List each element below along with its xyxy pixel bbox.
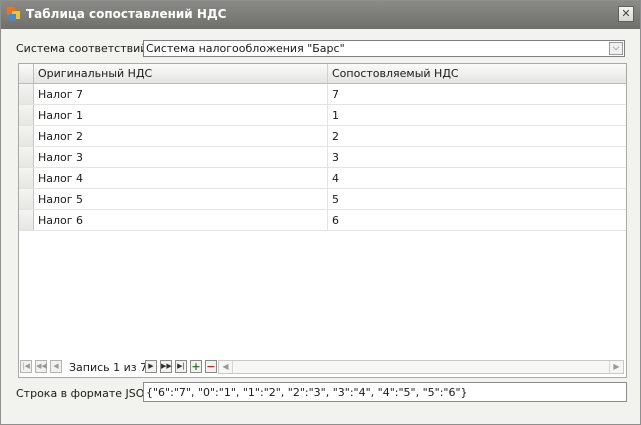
column-header-original[interactable]: Оригинальный НДС — [34, 64, 328, 83]
cell-mapped[interactable]: 4 — [332, 172, 339, 185]
cell-mapped[interactable]: 2 — [332, 130, 339, 143]
column-divider — [327, 189, 328, 209]
column-divider — [327, 126, 328, 146]
cell-mapped[interactable]: 1 — [332, 109, 339, 122]
prev-page-button[interactable]: ◀◀ — [35, 360, 47, 373]
title-bar[interactable]: Таблица сопоставлений НДС ✕ — [1, 1, 640, 29]
scroll-right-icon[interactable]: ▶ — [609, 361, 623, 373]
system-select[interactable]: Система налогообложения "Барс" ⌵ — [143, 40, 625, 57]
column-divider — [327, 84, 328, 104]
row-indicator[interactable] — [19, 210, 34, 230]
column-divider — [327, 147, 328, 167]
json-field[interactable] — [143, 382, 627, 402]
dropdown-button[interactable]: ⌵ — [609, 42, 623, 55]
table-row[interactable]: Налог 2 2 — [19, 126, 626, 147]
cell-original[interactable]: Налог 2 — [38, 130, 83, 143]
record-navigator: |◀ ◀◀ ◀ Запись 1 из 7 ▶ ▶▶ ▶| + − ◀ ▶ — [20, 360, 625, 376]
column-divider — [327, 105, 328, 125]
app-icon — [7, 7, 20, 21]
close-icon: ✕ — [621, 7, 631, 20]
next-page-button[interactable]: ▶▶ — [160, 360, 172, 373]
prev-record-button[interactable]: ◀ — [50, 360, 62, 373]
row-indicator[interactable] — [19, 147, 34, 167]
scroll-left-icon[interactable]: ◀ — [219, 361, 233, 373]
grid-rows: Налог 7 7 Налог 1 1 Налог 2 2 Налог 3 3 — [19, 84, 626, 231]
cell-mapped[interactable]: 3 — [332, 151, 339, 164]
first-record-button[interactable]: |◀ — [20, 360, 32, 373]
column-header-label: Оригинальный НДС — [38, 67, 153, 80]
cell-original[interactable]: Налог 1 — [38, 109, 83, 122]
fast-forward-icon: ▶▶ — [161, 362, 172, 370]
system-label: Система соответствий — [16, 42, 148, 55]
row-indicator[interactable] — [19, 84, 34, 104]
next-record-button[interactable]: ▶ — [145, 360, 157, 373]
delete-record-button[interactable]: − — [205, 360, 217, 373]
cell-original[interactable]: Налог 6 — [38, 214, 83, 227]
table-row[interactable]: Налог 6 6 — [19, 210, 626, 231]
column-divider — [327, 210, 328, 230]
plus-icon: + — [191, 360, 201, 373]
horizontal-scrollbar[interactable]: ◀ ▶ — [218, 360, 624, 374]
grid-header: Оригинальный НДС Сопостовляемый НДС — [19, 64, 626, 84]
column-header-mapped[interactable]: Сопостовляемый НДС — [328, 64, 626, 83]
record-counter: Запись 1 из 7 — [69, 361, 148, 374]
last-record-button[interactable]: ▶| — [175, 360, 187, 373]
cell-original[interactable]: Налог 4 — [38, 172, 83, 185]
grid-corner — [19, 64, 34, 83]
table-row[interactable]: Налог 5 5 — [19, 189, 626, 210]
system-select-value: Система налогообложения "Барс" — [146, 42, 345, 55]
table-row[interactable]: Налог 4 4 — [19, 168, 626, 189]
table-row[interactable]: Налог 7 7 — [19, 84, 626, 105]
row-indicator[interactable] — [19, 168, 34, 188]
row-indicator[interactable] — [19, 189, 34, 209]
chevron-down-icon: ⌵ — [612, 43, 620, 53]
json-label: Строка в формате JSON — [16, 387, 153, 400]
dialog-window: Таблица сопоставлений НДС ✕ Система соот… — [0, 0, 641, 425]
prev-icon: ◀ — [53, 362, 59, 370]
column-header-label: Сопостовляемый НДС — [332, 67, 459, 80]
table-row[interactable]: Налог 3 3 — [19, 147, 626, 168]
rewind-icon: ◀◀ — [36, 362, 47, 370]
cell-mapped[interactable]: 5 — [332, 193, 339, 206]
row-indicator[interactable] — [19, 126, 34, 146]
cell-original[interactable]: Налог 3 — [38, 151, 83, 164]
window-title: Таблица сопоставлений НДС — [26, 7, 227, 21]
table-row[interactable]: Налог 1 1 — [19, 105, 626, 126]
cell-mapped[interactable]: 7 — [332, 88, 339, 101]
row-indicator[interactable] — [19, 105, 34, 125]
cell-original[interactable]: Налог 7 — [38, 88, 83, 101]
close-button[interactable]: ✕ — [618, 6, 634, 22]
mapping-grid: Оригинальный НДС Сопостовляемый НДС Нало… — [18, 63, 627, 378]
column-divider — [327, 168, 328, 188]
cell-original[interactable]: Налог 5 — [38, 193, 83, 206]
cell-mapped[interactable]: 6 — [332, 214, 339, 227]
next-icon: ▶ — [148, 362, 154, 370]
minus-icon: − — [206, 360, 216, 373]
first-icon: |◀ — [22, 362, 30, 370]
add-record-button[interactable]: + — [190, 360, 202, 373]
last-icon: ▶| — [177, 362, 185, 370]
